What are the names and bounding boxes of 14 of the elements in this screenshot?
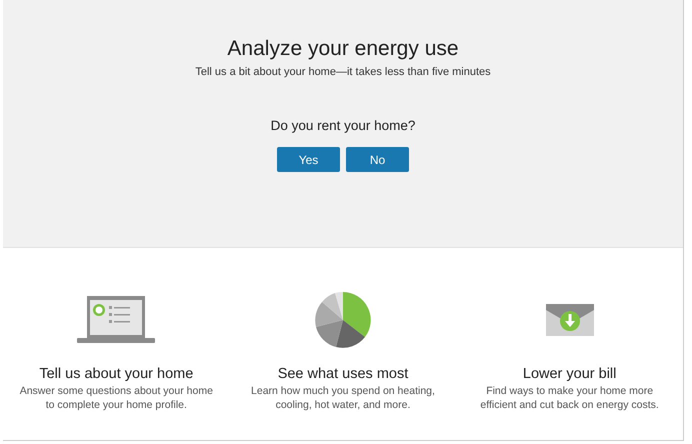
feature-title: Tell us about your home [39,366,194,382]
answer-button[interactable]: No [346,147,409,172]
pie-chart-icon [314,292,371,348]
question: Do you rent your home? [270,118,416,133]
feature-description: Learn how much you spend on heating, cooling, hot water, and more. [250,384,436,412]
laptop-icon [77,296,156,344]
envelope-icon [546,304,594,336]
feature-description: Answer some questions about your home to complete your home profile. [18,384,214,412]
feature-title: Lower your bill [522,366,616,382]
answer-button[interactable]: Yes [277,147,340,172]
feature-title: See what uses most [278,366,408,382]
page-title: Analyze your energy use [227,37,459,61]
subtitle: Tell us a bit about your home—it takes less than five minutes [195,66,491,78]
feature-description: Find ways to make your home more efficient and cut back on energy costs. [479,384,660,412]
